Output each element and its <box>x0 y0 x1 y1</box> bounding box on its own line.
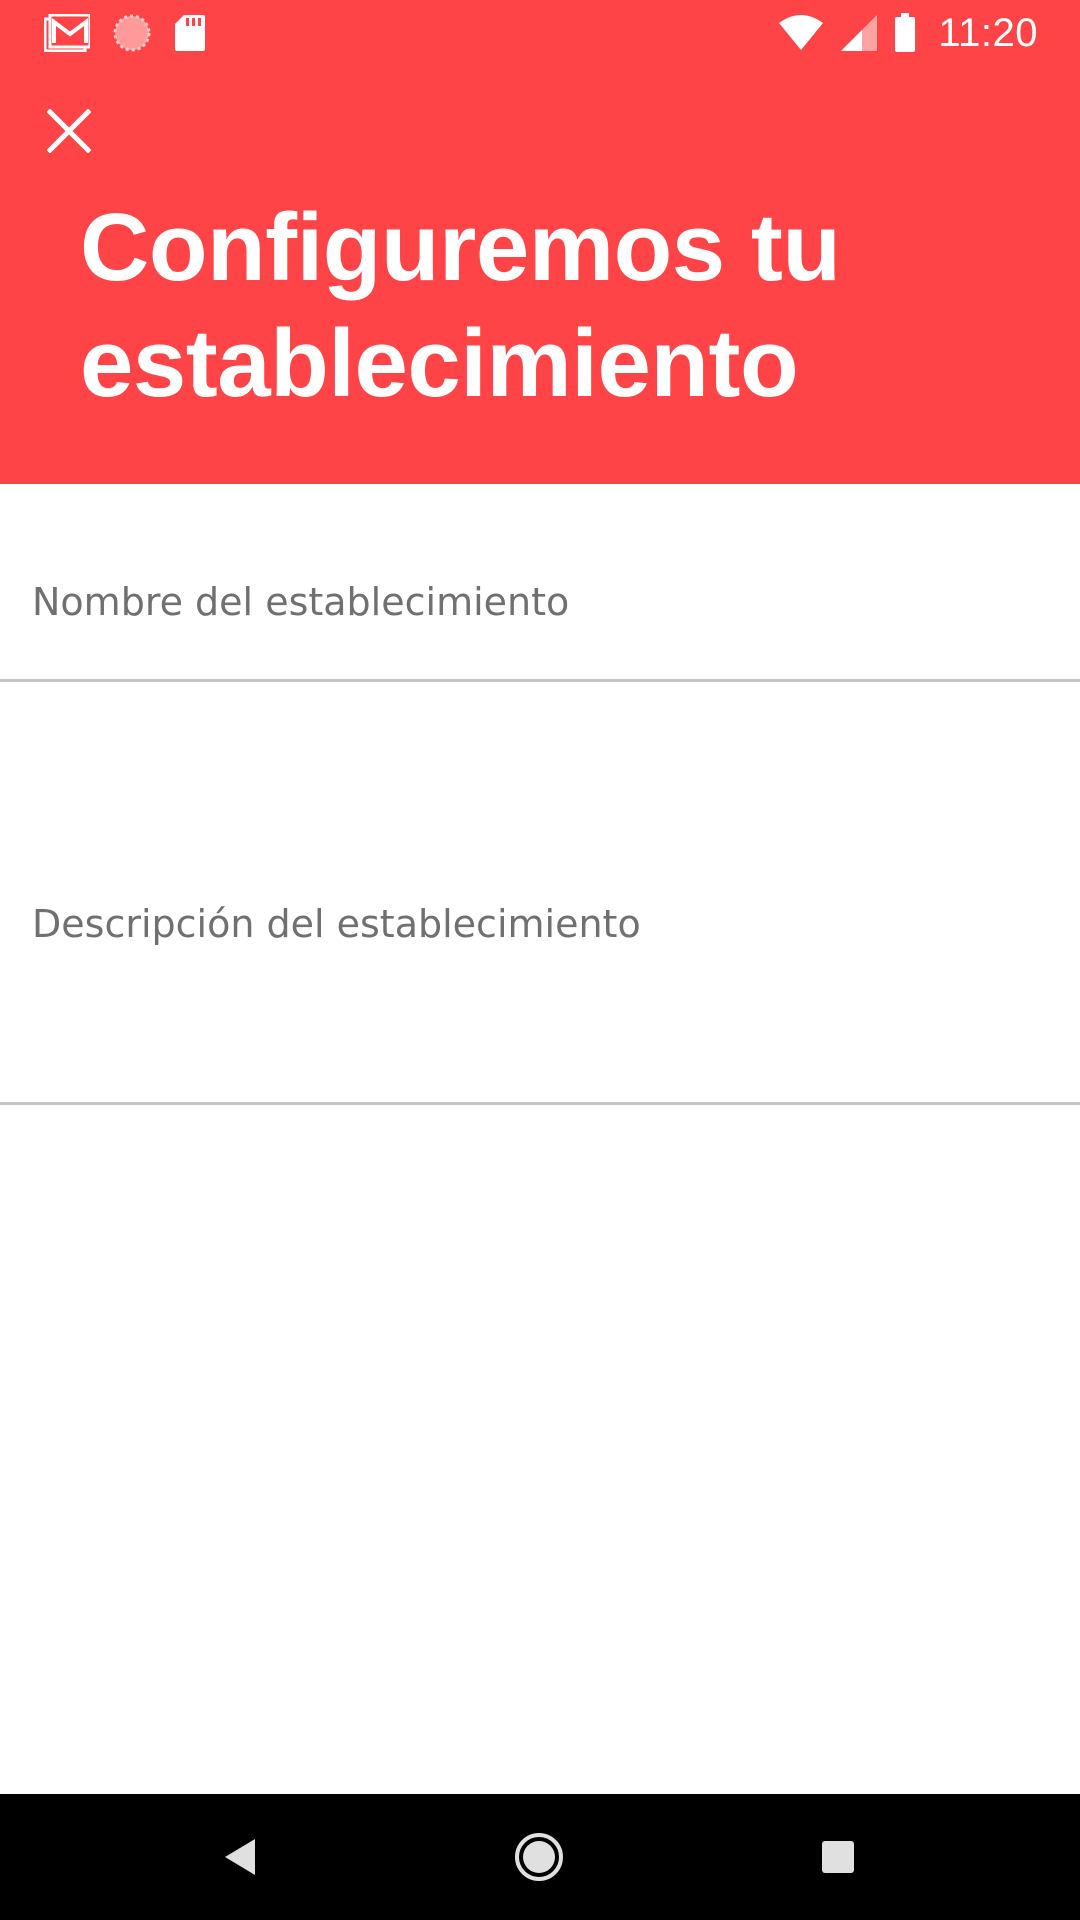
sync-icon <box>112 13 152 53</box>
establishment-description-placeholder: Descripción del establecimiento <box>32 902 641 946</box>
page-title-line-1: Configuremos tu <box>80 194 841 301</box>
notification-icons <box>44 10 206 56</box>
app-header: 11:20 Configuremos tu establecimiento <box>0 0 1080 484</box>
page-title: Configuremos tu establecimiento <box>80 190 1020 422</box>
back-icon <box>225 1839 255 1875</box>
establishment-description-field[interactable]: Descripción del establecimiento <box>0 682 1080 1105</box>
home-button[interactable] <box>506 1824 572 1890</box>
battery-icon <box>894 13 916 53</box>
close-button[interactable] <box>36 98 102 164</box>
system-icons: 11:20 <box>778 10 1038 56</box>
status-bar: 11:20 <box>0 0 1080 66</box>
wifi-icon <box>778 15 824 51</box>
back-button[interactable] <box>208 1824 274 1890</box>
sd-card-icon <box>174 14 206 52</box>
home-icon <box>515 1833 563 1881</box>
page-title-line-2: establecimiento <box>80 310 799 417</box>
screen: 11:20 Configuremos tu establecimiento No… <box>0 0 1080 1920</box>
gmail-icon <box>44 14 90 52</box>
cell-signal-icon <box>840 14 878 52</box>
establishment-name-placeholder: Nombre del establecimiento <box>32 580 570 624</box>
recents-button[interactable] <box>805 1824 871 1890</box>
navigation-bar <box>0 1794 1080 1920</box>
close-icon <box>47 109 91 153</box>
clock: 11:20 <box>938 10 1038 55</box>
recents-icon <box>822 1841 854 1873</box>
establishment-name-field[interactable]: Nombre del establecimiento <box>0 484 1080 682</box>
